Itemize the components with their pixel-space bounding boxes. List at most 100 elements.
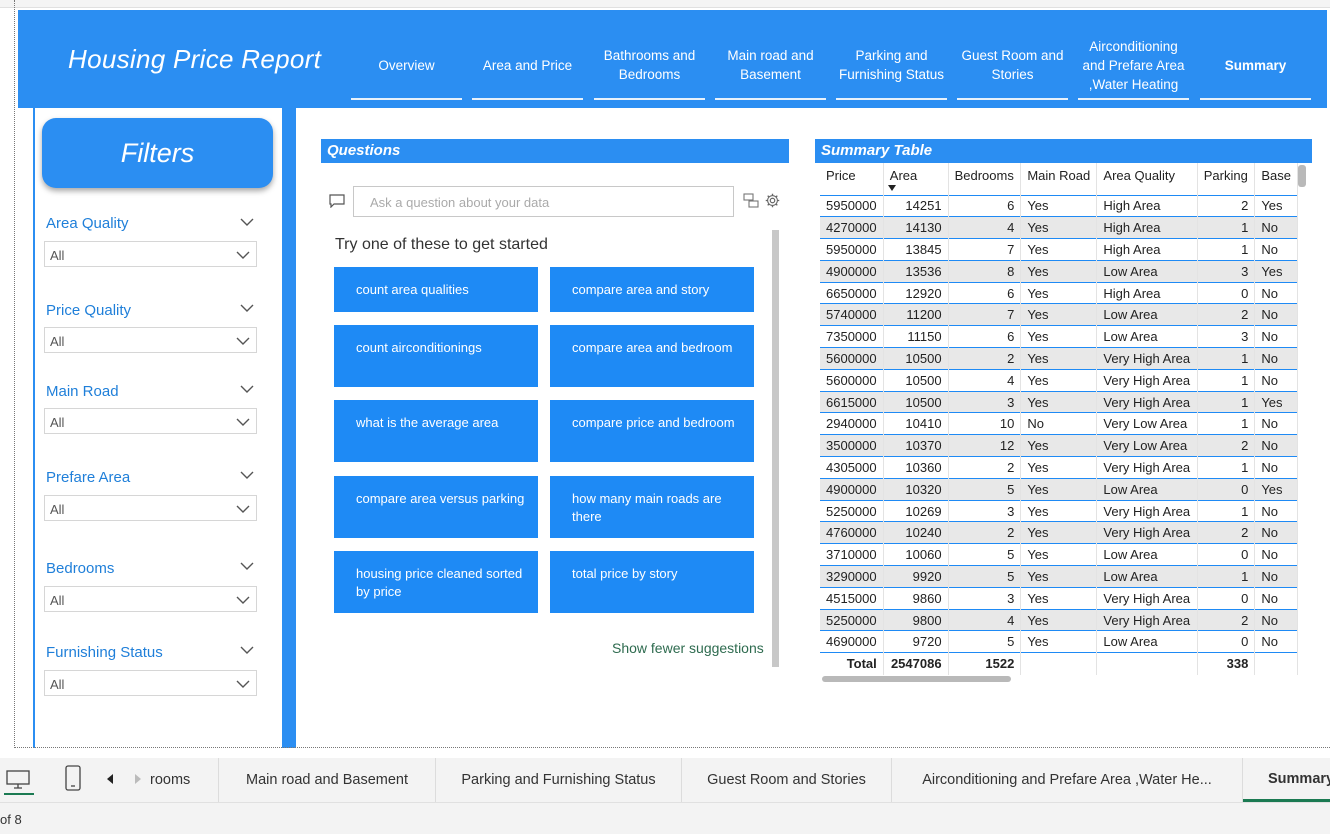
table-row[interactable]: 5250000 10269 3 Yes Very High Area 1 No — [820, 499, 1298, 522]
chevron-down-icon[interactable] — [240, 382, 254, 396]
page-tab-parking-and-furnishing[interactable]: Parking and Furnishing Status — [436, 758, 682, 802]
nav-tab-guest-room-and-stories[interactable]: Guest Room and Stories — [957, 32, 1068, 100]
column-header-main-road[interactable]: Main Road — [1020, 163, 1098, 195]
page-tab-airconditioning[interactable]: Airconditioning and Prefare Area ,Water … — [892, 758, 1243, 802]
table-row[interactable]: 3710000 10060 5 Yes Low Area 0 No — [820, 543, 1298, 566]
filter-label-main-road: Main Road — [46, 383, 119, 400]
qa-question-input[interactable]: Ask a question about your data — [353, 186, 734, 217]
table-cell: 10320 — [883, 477, 949, 501]
column-header-price[interactable]: Price — [820, 163, 884, 195]
table-cell: 1 — [1197, 347, 1256, 370]
filter-select-price-quality[interactable]: All — [44, 327, 257, 353]
page-tab-summary[interactable]: Summary — [1243, 758, 1330, 802]
table-row[interactable]: 6615000 10500 3 Yes Very High Area 1 Yes — [820, 390, 1298, 413]
chevron-down-icon[interactable] — [240, 301, 254, 315]
table-vertical-scrollbar[interactable] — [1298, 165, 1306, 187]
chevron-down-icon[interactable] — [240, 559, 254, 573]
table-cell: 9720 — [883, 630, 949, 653]
table-cell: 4900000 — [820, 477, 884, 501]
table-cell: Low Area — [1096, 477, 1198, 501]
nav-tab-bathrooms-and-bedrooms[interactable]: Bathrooms and Bedrooms — [594, 32, 705, 100]
table-row[interactable]: 4760000 10240 2 Yes Very High Area 2 No — [820, 521, 1298, 544]
table-row[interactable]: 3290000 9920 5 Yes Low Area 1 No — [820, 565, 1298, 588]
table-cell: 4690000 — [820, 630, 884, 653]
filter-select-prefare-area[interactable]: All — [44, 495, 257, 521]
table-row[interactable]: 2940000 10410 10 No Very Low Area 1 No — [820, 412, 1298, 435]
previous-page-icon[interactable] — [106, 774, 114, 784]
filter-select-furnishing-status[interactable]: All — [44, 670, 257, 696]
column-header-bedrooms[interactable]: Bedrooms — [948, 163, 1022, 195]
filter-value: All — [50, 593, 65, 608]
share-icon[interactable] — [743, 193, 759, 208]
table-cell: 3 — [948, 390, 1022, 413]
suggestion-button[interactable]: how many main roads are there — [550, 476, 754, 538]
column-header-parking[interactable]: Parking — [1197, 163, 1256, 195]
table-row[interactable]: 3500000 10370 12 Yes Very Low Area 2 No — [820, 434, 1298, 457]
chevron-down-icon[interactable] — [240, 643, 254, 657]
next-page-icon[interactable] — [134, 774, 142, 784]
suggestion-button[interactable]: total price by story — [550, 551, 754, 613]
table-row[interactable]: 4690000 9720 5 Yes Low Area 0 No — [820, 630, 1298, 653]
table-row[interactable]: 4270000 14130 4 Yes High Area 1 No — [820, 216, 1298, 239]
table-row[interactable]: 5950000 13845 7 Yes High Area 1 No — [820, 238, 1298, 261]
table-cell: Yes — [1020, 477, 1098, 501]
table-row[interactable]: 4900000 10320 5 Yes Low Area 0 Yes — [820, 477, 1298, 501]
suggestion-button[interactable]: compare area and bedroom — [550, 325, 754, 387]
nav-tab-main-road-and-basement[interactable]: Main road and Basement — [715, 32, 826, 100]
table-row[interactable]: 7350000 11150 6 Yes Low Area 3 No — [820, 325, 1298, 348]
table-row[interactable]: 6650000 12920 6 Yes High Area 0 No — [820, 281, 1298, 304]
filter-value: All — [50, 677, 65, 692]
suggestion-button[interactable]: count airconditionings — [334, 325, 538, 387]
table-cell: No — [1254, 456, 1298, 479]
gear-icon[interactable] — [765, 193, 780, 208]
nav-tab-airconditioning[interactable]: Airconditioning and Prefare Area ,Water … — [1078, 32, 1189, 100]
table-row[interactable]: 5250000 9800 4 Yes Very High Area 2 No — [820, 608, 1298, 631]
table-cell: 7 — [948, 238, 1022, 261]
qa-scrollbar[interactable] — [772, 230, 779, 667]
table-row[interactable]: 5950000 14251 6 Yes High Area 2 Yes — [820, 194, 1298, 217]
table-cell: 2 — [1197, 608, 1256, 631]
suggestion-button[interactable]: count area qualities — [334, 267, 538, 312]
chevron-down-icon[interactable] — [240, 468, 254, 482]
filter-select-bedrooms[interactable]: All — [44, 586, 257, 612]
suggestion-button[interactable]: what is the average area — [334, 400, 538, 462]
table-row[interactable]: 5600000 10500 4 Yes Very High Area 1 No — [820, 368, 1298, 392]
table-cell: Yes — [1020, 630, 1098, 653]
table-cell: Very High Area — [1096, 390, 1198, 413]
table-row[interactable]: 5600000 10500 2 Yes Very High Area 1 No — [820, 347, 1298, 370]
nav-tab-summary[interactable]: Summary — [1200, 32, 1311, 100]
desktop-view-icon[interactable] — [5, 769, 31, 791]
table-body: 5950000 14251 6 Yes High Area 2 Yes 4270000 1413… — [820, 194, 1298, 675]
table-cell: 1 — [1197, 216, 1256, 239]
chevron-down-icon[interactable] — [240, 215, 254, 229]
suggestion-button[interactable]: compare price and bedroom — [550, 400, 754, 462]
mobile-view-icon[interactable] — [64, 765, 82, 791]
filter-select-area-quality[interactable]: All — [44, 241, 257, 267]
table-row[interactable]: 5740000 11200 7 Yes Low Area 2 No — [820, 303, 1298, 326]
page-tab-guest-room-and-stories[interactable]: Guest Room and Stories — [682, 758, 892, 802]
filter-select-main-road[interactable]: All — [44, 408, 257, 434]
canvas-border-bottom — [14, 747, 1330, 748]
nav-tab-overview[interactable]: Overview — [351, 32, 462, 100]
column-header-area-quality[interactable]: Area Quality — [1096, 163, 1198, 195]
table-cell: 2 — [1197, 303, 1256, 326]
filter-value: All — [50, 334, 65, 349]
suggestion-button[interactable]: housing price cleaned sorted by price — [334, 551, 538, 613]
table-row[interactable]: 4515000 9860 3 Yes Very High Area 0 No — [820, 586, 1298, 610]
table-cell: No — [1254, 325, 1298, 348]
column-header-basement[interactable]: Base — [1254, 163, 1298, 195]
table-cell: 0 — [1197, 630, 1256, 653]
suggestion-button[interactable]: compare area versus parking — [334, 476, 538, 538]
column-header-area[interactable]: Area — [883, 163, 949, 195]
table-row[interactable]: 4900000 13536 8 Yes Low Area 3 Yes — [820, 259, 1298, 283]
table-row[interactable]: 4305000 10360 2 Yes Very High Area 1 No — [820, 456, 1298, 479]
page-tab-bathrooms-and-bedrooms[interactable]: rooms — [150, 758, 219, 802]
page-tab-main-road-and-basement[interactable]: Main road and Basement — [219, 758, 436, 802]
table-cell: 14251 — [883, 194, 949, 217]
table-horizontal-scrollbar[interactable] — [822, 676, 1011, 682]
table-cell: 10500 — [883, 347, 949, 370]
nav-tab-parking-and-furnishing[interactable]: Parking and Furnishing Status — [836, 32, 947, 100]
nav-tab-area-and-price[interactable]: Area and Price — [472, 32, 583, 100]
suggestion-button[interactable]: compare area and story — [550, 267, 754, 312]
show-fewer-suggestions-link[interactable]: Show fewer suggestions — [612, 640, 764, 656]
